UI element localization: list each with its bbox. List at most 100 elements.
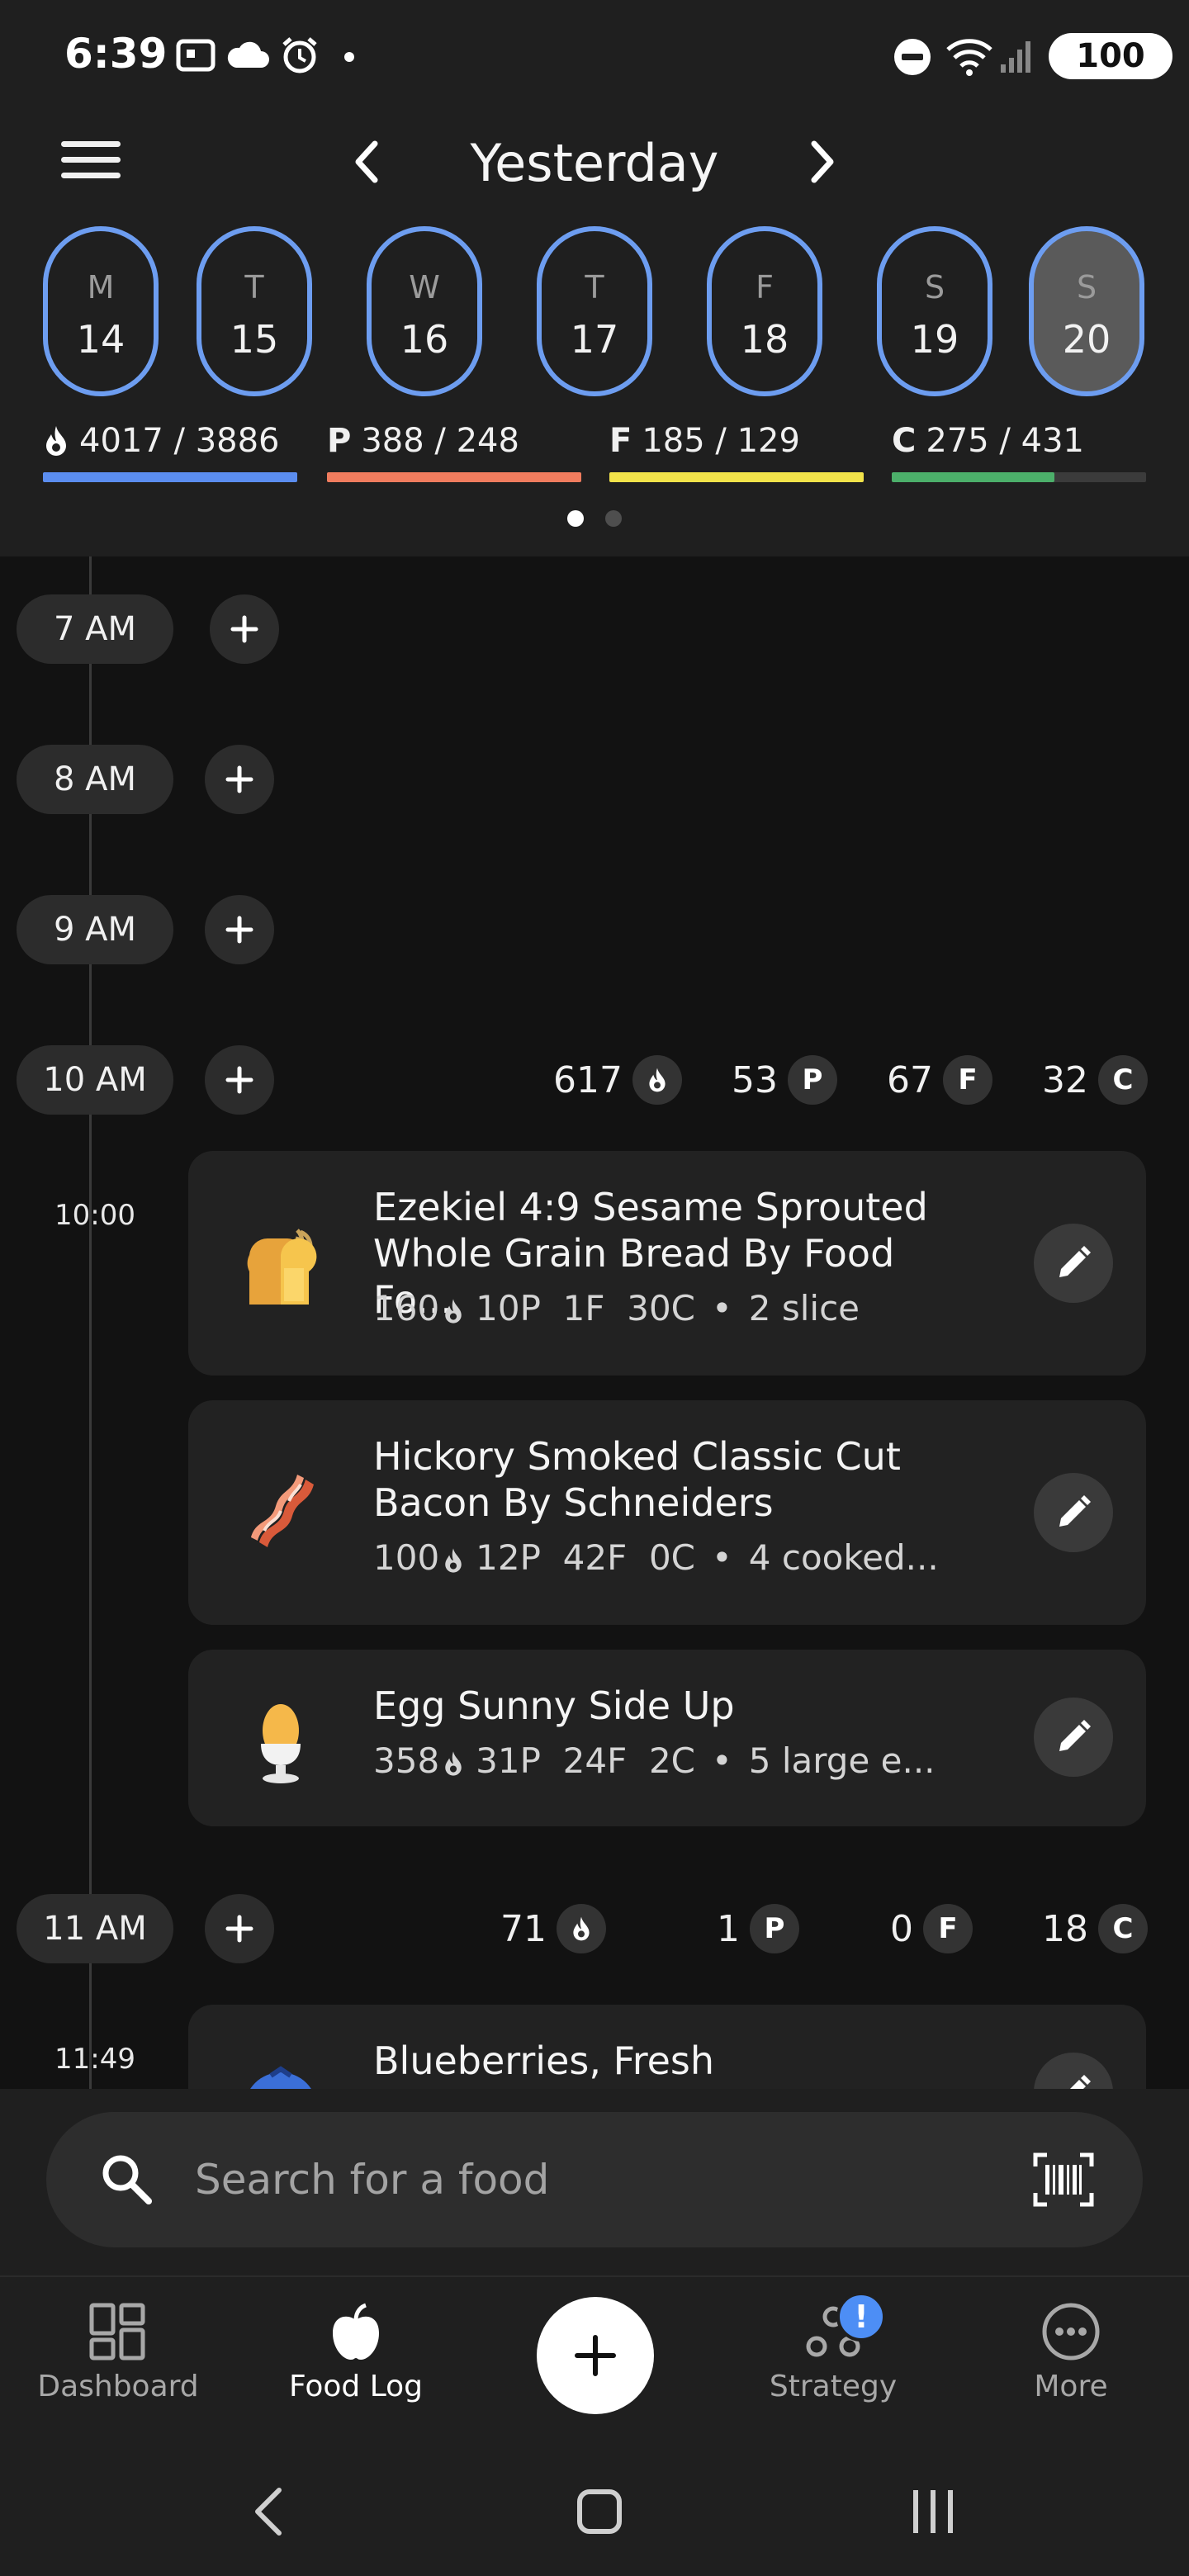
day-monday-14[interactable]: M 14 [43,226,159,396]
macro-summary: 4017 / 3886 P 388 / 248 F 185 / 129 C 275 /… [0,419,1189,485]
system-navigation-bar [0,2449,1189,2576]
system-home-button[interactable] [575,2485,624,2538]
pencil-icon [1070,2075,1091,2089]
page-indicator [0,510,1189,527]
fat-badge: F [943,1055,992,1105]
food-calories: 100 [373,1537,440,1578]
search-area [0,2089,1189,2275]
add-food-8am-button[interactable] [205,745,274,814]
carbs-total-value: 32 [1042,1058,1088,1101]
nav-food-log[interactable]: Food Log [253,2302,459,2403]
food-calories: 160 [373,1288,440,1328]
edit-entry-button[interactable] [1034,1224,1113,1303]
food-macros: 10P 1F 30C [476,1288,695,1328]
plus-icon [225,1915,253,1943]
page-dot[interactable] [605,510,622,527]
barcode-scan-icon[interactable] [1032,2152,1095,2208]
separator-dot: • [712,1288,732,1328]
day-number: 16 [400,317,449,362]
calories-total-value: 71 [500,1907,547,1950]
edit-entry-button[interactable] [1034,1698,1113,1777]
day-tuesday-15[interactable]: T 15 [197,226,312,396]
food-name: Blueberries, Fresh [373,2039,715,2083]
food-details: 358 31P 24F 2C • 5 large e... [373,1740,989,1781]
dashboard-icon [89,2303,145,2361]
fat-total-value: 0 [890,1907,913,1950]
day-sunday-20[interactable]: S 20 [1029,226,1144,396]
day-thursday-17[interactable]: T 17 [537,226,652,396]
hour-totals-11am: 71 1P 0F 18 C [451,1894,1148,1963]
fat-badge: F [923,1904,973,1953]
flame-icon [632,1055,682,1105]
food-entry-card[interactable]: Blueberries, Fresh [188,2005,1146,2089]
add-button[interactable] [537,2297,654,2414]
food-entry-card[interactable]: Egg Sunny Side Up 358 31P 24F 2C • 5 large … [188,1650,1146,1826]
nav-strategy[interactable]: ! Strategy [730,2292,936,2403]
nav-label: Strategy [769,2370,898,2403]
calories-total: 617 [553,1055,682,1105]
food-name: Egg Sunny Side Up [373,1683,735,1728]
day-letter: T [244,269,264,305]
food-entry-card[interactable]: Hickory Smoked Classic Cut Bacon By Schn… [188,1400,1146,1625]
edit-entry-button[interactable] [1034,2053,1113,2089]
protein-total: 53 P [732,1055,837,1105]
more-icon [1042,2303,1100,2361]
battery-indicator: 100 [1049,33,1172,79]
carbs-summary: C 275 / 431 [892,419,1146,482]
carbs-letter: C [892,422,917,460]
hour-label-11am: 11 AM [17,1894,173,1963]
menu-icon[interactable] [61,134,121,183]
carbs-badge: C [1098,1904,1148,1953]
fat-progress-bar [609,472,864,482]
system-recents-button[interactable] [908,2485,958,2538]
add-food-7am-button[interactable] [210,594,279,664]
edit-entry-button[interactable] [1034,1473,1113,1552]
calories-total: 71 [500,1904,606,1953]
nav-dashboard[interactable]: Dashboard [15,2302,221,2403]
plus-icon [230,615,258,643]
food-search-bar[interactable] [46,2112,1143,2247]
alarm-icon [279,35,320,76]
search-input[interactable] [195,2145,938,2214]
plus-icon [225,1066,253,1094]
add-food-9am-button[interactable] [205,895,274,964]
egg-icon [231,1689,330,1788]
wifi-icon [945,36,994,78]
pencil-icon [1059,1246,1091,1277]
add-food-10am-button[interactable] [205,1045,274,1115]
status-bar: 6:39 100 [0,0,1189,112]
day-wednesday-16[interactable]: W 16 [367,226,482,396]
protein-letter: P [327,422,352,460]
hour-label-7am: 7 AM [17,594,173,664]
fat-total: 67 F [887,1055,992,1105]
carbs-badge: C [1098,1055,1148,1105]
hour-totals-10am: 617 53 P 67 F 32 C [504,1045,1148,1115]
fat-total-value: 67 [887,1058,933,1101]
add-food-11am-button[interactable] [205,1894,274,1963]
status-time: 6:39 [64,30,168,78]
day-number: 14 [76,317,126,362]
nav-label: Dashboard [37,2370,199,2403]
day-friday-18[interactable]: F 18 [707,226,822,396]
page-dot-active[interactable] [567,510,584,527]
next-day-button[interactable] [789,129,855,195]
food-details: 100 12P 42F 0C • 4 cooked... [373,1537,989,1578]
plus-icon [575,2335,616,2376]
food-entry-card[interactable]: Ezekiel 4:9 Sesame Sprouted Whole Grain … [188,1151,1146,1376]
carbs-total: 18 C [1042,1904,1148,1953]
fat-total: 0F [890,1904,973,1953]
hour-label-10am: 10 AM [17,1045,173,1115]
food-serving: 2 slice [748,1288,860,1328]
day-saturday-19[interactable]: S 19 [877,226,992,396]
flame-icon [443,1546,464,1574]
week-day-selector: M 14 T 15 W 16 T 17 F 18 S 19 S 20 [0,226,1189,400]
food-macros: 12P 42F 0C [476,1537,695,1578]
day-number: 15 [230,317,279,362]
food-serving: 5 large e... [748,1740,936,1781]
nav-more[interactable]: More [968,2302,1174,2403]
carbs-total: 32 C [1042,1055,1148,1105]
food-log-timeline[interactable]: 7 AM 8 AM 9 AM 10 AM 617 53 P 67 F 32 C 10:… [0,556,1189,2089]
system-back-button[interactable] [248,2485,289,2538]
day-number: 17 [570,317,619,362]
notification-dot-icon [343,51,355,63]
